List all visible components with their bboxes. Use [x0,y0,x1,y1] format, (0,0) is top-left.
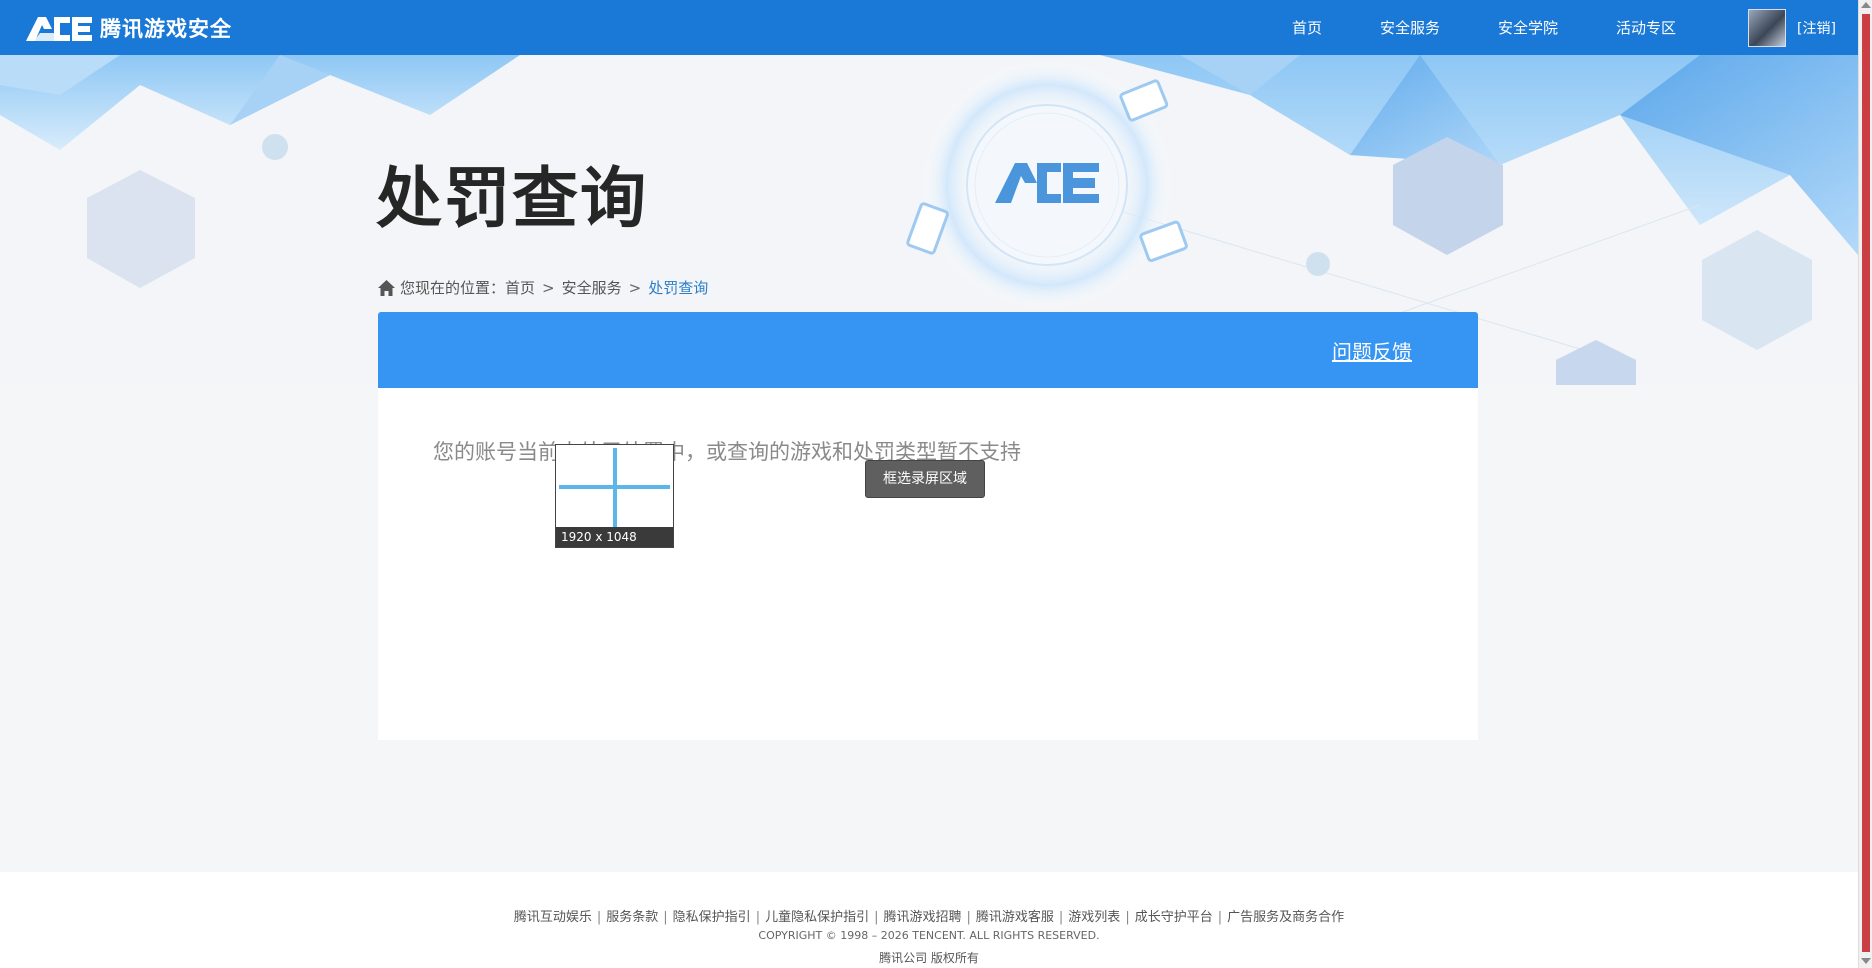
footer-link-privacy[interactable]: 隐私保护指引 [673,910,751,925]
nav-security-services[interactable]: 安全服务 [1380,17,1440,38]
breadcrumb-separator: > [628,278,642,297]
rights-text: 腾讯公司 版权所有 [879,951,979,965]
ace-logo-icon [26,16,92,41]
result-card-body: 您的账号当前未处于处罚中，或查询的游戏和处罚类型暂不支持 [378,388,1478,740]
footer-link-child-privacy[interactable]: 儿童隐私保护指引 [765,910,869,925]
crosshair-horizontal [559,485,670,489]
nav-security-academy[interactable]: 安全学院 [1498,17,1558,38]
scroll-up-arrow-icon[interactable] [1861,2,1871,8]
feedback-link[interactable]: 问题反馈 [1332,336,1412,365]
footer-link-jobs[interactable]: 腾讯游戏招聘 [883,910,961,925]
ace-logo[interactable]: 腾讯游戏安全 [24,11,232,44]
scroll-down-arrow-icon[interactable] [1861,958,1871,964]
footer-link-game-list[interactable]: 游戏列表 [1068,910,1120,925]
footer-link-terms[interactable]: 服务条款 [606,910,658,925]
footer-link-ads[interactable]: 广告服务及商务合作 [1227,910,1344,925]
top-nav-bar: 腾讯游戏安全 首页 安全服务 安全学院 活动专区 [注销] [0,0,1858,55]
footer-link-tencent-ent[interactable]: 腾讯互动娱乐 [514,910,592,925]
game-card-icon-1 [1119,79,1169,122]
breadcrumb-security-services[interactable]: 安全服务 [562,277,622,298]
footer-link-support[interactable]: 腾讯游戏客服 [976,910,1054,925]
breadcrumb-prefix: 您现在的位置： [400,279,506,297]
page-title: 处罚查询 [376,160,648,237]
breadcrumb-current: 处罚查询 [648,279,709,297]
nav-home[interactable]: 首页 [1292,17,1322,38]
brand-name: 腾讯游戏安全 [100,16,232,41]
copyright-text: COPYRIGHT © 1998 – 2026 TENCENT. ALL RIG… [758,929,1100,942]
breadcrumb-home[interactable]: 首页 [505,277,535,298]
scroll-thumb[interactable] [1862,14,1870,952]
page-scrollbar[interactable] [1858,0,1872,968]
breadcrumb-separator: > [542,278,555,297]
nav-events[interactable]: 活动专区 [1616,17,1676,38]
result-card-header: 问题反馈 [378,312,1478,388]
capture-region-tooltip: 框选录屏区域 [865,460,985,498]
capture-size-label: 1920 x 1048 [556,527,673,547]
main-nav: 首页 安全服务 安全学院 活动专区 [1270,0,1734,55]
footer-link-growth-guard[interactable]: 成长守护平台 [1135,910,1213,925]
footer: 腾讯互动娱乐 | 服务条款 | 隐私保护指引 | 儿童隐私保护指引 | 腾讯游戏招聘 | 腾讯游戏客… [0,872,1858,968]
breadcrumb: 您现在的位置： 首页 > 安全服务 > 处罚查询 [378,277,708,298]
user-avatar[interactable] [1748,9,1786,47]
footer-links: 腾讯互动娱乐 | 服务条款 | 隐私保护指引 | 儿童隐私保护指引 | 腾讯游戏招聘 | 腾讯游戏客… [513,910,1345,925]
home-icon [378,279,395,296]
logout-link[interactable]: [注销] [1797,18,1836,38]
screen-capture-crosshair[interactable]: 1920 x 1048 [555,444,674,548]
